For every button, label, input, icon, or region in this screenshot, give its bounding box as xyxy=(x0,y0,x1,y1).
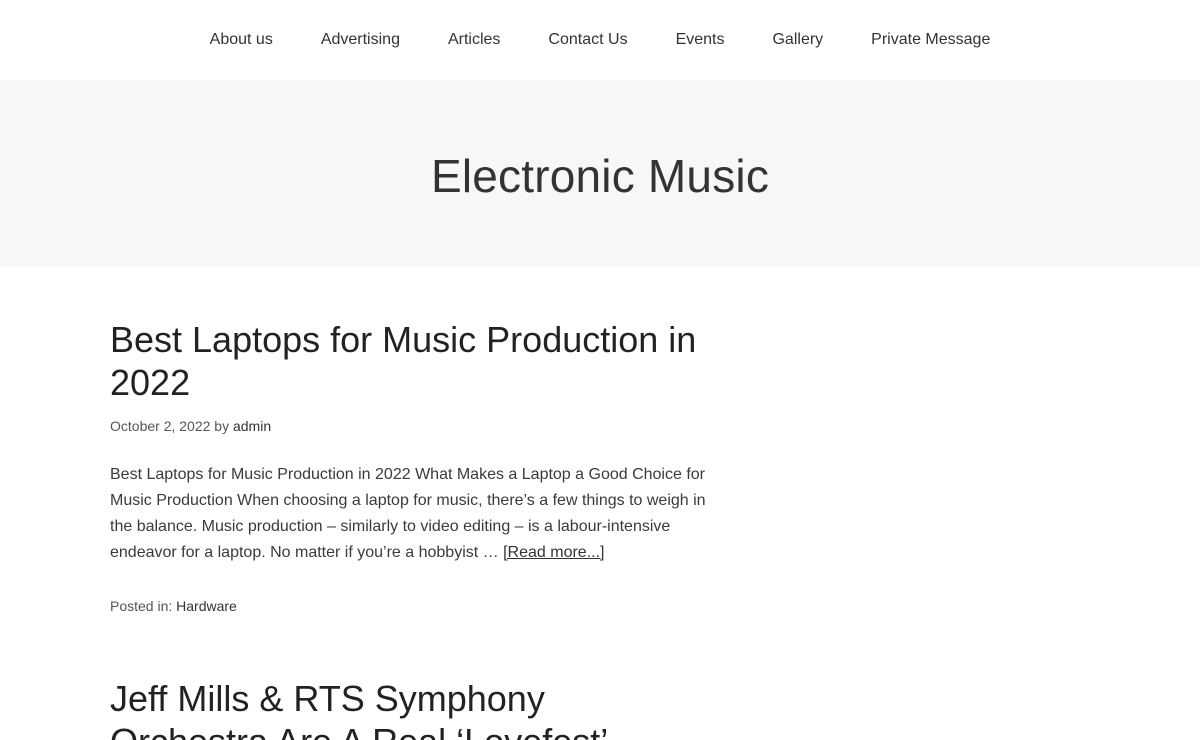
nav-item-private-message[interactable]: Private Message xyxy=(847,30,1014,50)
site-navigation: About us Advertising Articles Contact Us… xyxy=(0,0,1200,80)
post-excerpt: Best Laptops for Music Production in 202… xyxy=(110,462,710,566)
nav-item-advertising[interactable]: Advertising xyxy=(297,30,424,50)
read-more-link[interactable]: [Read more...] xyxy=(503,544,604,561)
post-categories: Posted in: Hardware xyxy=(110,597,710,615)
post-by-label: by xyxy=(214,418,230,434)
post-date: October 2, 2022 xyxy=(110,418,211,434)
archive-title: Electronic Music xyxy=(430,149,770,202)
post-excerpt-text: Best Laptops for Music Production in 202… xyxy=(110,466,706,561)
posted-in-label: Posted in: xyxy=(110,598,173,614)
category-link[interactable]: Hardware xyxy=(176,598,237,614)
post-entry: Best Laptops for Music Production in 202… xyxy=(110,318,710,615)
post-entry: Jeff Mills & RTS Symphony Orchestra Are … xyxy=(110,677,710,740)
post-title-link[interactable]: Best Laptops for Music Production in 202… xyxy=(110,318,710,404)
nav-item-events[interactable]: Events xyxy=(652,30,749,50)
post-author-link[interactable]: admin xyxy=(233,418,271,434)
post-title-link[interactable]: Jeff Mills & RTS Symphony Orchestra Are … xyxy=(110,677,710,740)
nav-item-contact-us[interactable]: Contact Us xyxy=(524,30,651,50)
archive-header: Electronic Music xyxy=(0,80,1200,267)
post-meta: October 2, 2022 by admin xyxy=(110,417,710,435)
main-content: Best Laptops for Music Production in 202… xyxy=(0,267,1200,740)
main-menu: About us Advertising Articles Contact Us… xyxy=(186,30,1015,50)
nav-item-about-us[interactable]: About us xyxy=(186,30,297,50)
nav-item-articles[interactable]: Articles xyxy=(424,30,524,50)
nav-item-gallery[interactable]: Gallery xyxy=(748,30,847,50)
